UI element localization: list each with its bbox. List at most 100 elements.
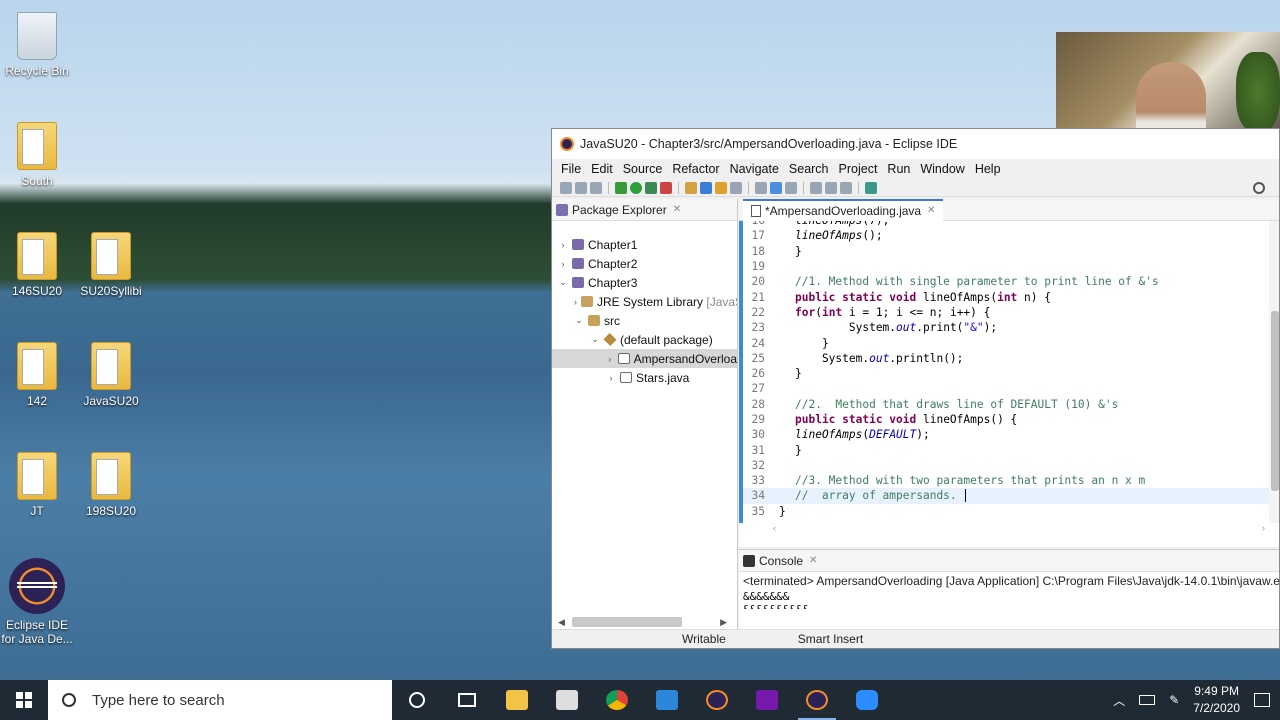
back-icon[interactable] bbox=[825, 181, 837, 194]
menu-file[interactable]: File bbox=[556, 162, 586, 176]
perspective-icon[interactable] bbox=[865, 181, 877, 194]
tree-item-default-package[interactable]: ⌄ (default package) bbox=[552, 330, 737, 349]
toolbar-separator bbox=[803, 181, 804, 194]
menu-refactor[interactable]: Refactor bbox=[667, 162, 724, 176]
toolbar bbox=[552, 179, 1279, 197]
scroll-thumb[interactable] bbox=[1271, 311, 1279, 491]
desktop-icon-142[interactable]: 142 bbox=[0, 342, 74, 408]
start-button[interactable] bbox=[0, 680, 48, 720]
tree-item-stars[interactable]: › Stars.java bbox=[552, 368, 737, 387]
close-icon[interactable]: ✕ bbox=[809, 555, 817, 566]
next-annotation-icon[interactable] bbox=[810, 181, 822, 194]
task-view-button[interactable] bbox=[442, 680, 492, 720]
tree-item-src[interactable]: ⌄ src bbox=[552, 311, 737, 330]
package-explorer-tab[interactable]: Package Explorer ✕ bbox=[552, 199, 737, 221]
console-tab[interactable]: Console ✕ bbox=[739, 550, 1279, 572]
scroll-right-icon[interactable]: ▶ bbox=[720, 617, 727, 628]
forward-icon[interactable] bbox=[840, 181, 852, 194]
toggle-mark-icon[interactable] bbox=[755, 181, 767, 194]
java-file-icon bbox=[751, 204, 761, 217]
code-area[interactable]: 16 lineOfAmps(7); 17 lineOfAmps(); 18} 1… bbox=[739, 221, 1269, 523]
scroll-thumb[interactable] bbox=[572, 617, 682, 627]
external-tools-icon[interactable] bbox=[660, 181, 672, 194]
desktop-icon-eclipse[interactable]: Eclipse IDE for Java De... bbox=[0, 558, 74, 646]
terminated-label: <terminated> AmpersandOverloading [Java … bbox=[743, 574, 1280, 588]
close-icon[interactable]: ✕ bbox=[673, 204, 681, 215]
java-file-icon bbox=[617, 353, 630, 364]
status-bar: Writable Smart Insert bbox=[552, 629, 1279, 648]
mail-button[interactable] bbox=[642, 680, 692, 720]
new-icon[interactable] bbox=[560, 181, 572, 194]
show-whitespace-icon[interactable] bbox=[785, 181, 797, 194]
debug-icon[interactable] bbox=[615, 181, 627, 194]
menu-help[interactable]: Help bbox=[970, 162, 1006, 176]
taskbar-search[interactable]: Type here to search bbox=[48, 680, 392, 720]
notifications-icon[interactable] bbox=[1254, 693, 1270, 707]
folder-icon bbox=[506, 690, 528, 710]
scroll-left-icon[interactable]: ◀ bbox=[558, 617, 565, 628]
recycle-bin-icon bbox=[17, 12, 57, 60]
desktop-icon-south[interactable]: South bbox=[0, 122, 74, 188]
toggle-block-icon[interactable] bbox=[770, 181, 782, 194]
file-explorer-button[interactable] bbox=[492, 680, 542, 720]
eclipse-active-button[interactable] bbox=[792, 680, 842, 720]
horizontal-scrollbar[interactable]: ◀ ▶ bbox=[558, 615, 727, 629]
desktop-icon-198su20[interactable]: 198SU20 bbox=[74, 452, 148, 518]
new-java-project-icon[interactable] bbox=[685, 181, 697, 194]
eclipse-taskbar-button[interactable] bbox=[692, 680, 742, 720]
cortana-button[interactable] bbox=[392, 680, 442, 720]
desktop-icon-su20syllibi[interactable]: SU20Syllibi bbox=[74, 232, 148, 298]
menu-run[interactable]: Run bbox=[882, 162, 915, 176]
open-type-icon[interactable] bbox=[715, 181, 727, 194]
tab-ampersand-overloading[interactable]: *AmpersandOverloading.java ✕ bbox=[743, 198, 944, 221]
clock[interactable]: 9:49 PM 7/2/2020 bbox=[1193, 683, 1240, 717]
menu-window[interactable]: Window bbox=[915, 162, 969, 176]
menu-edit[interactable]: Edit bbox=[586, 162, 618, 176]
scroll-right-icon[interactable]: › bbox=[1262, 523, 1265, 537]
acrobat-button[interactable] bbox=[542, 680, 592, 720]
menu-search[interactable]: Search bbox=[784, 162, 834, 176]
coverage-icon[interactable] bbox=[645, 181, 657, 194]
tree-item-chapter3[interactable]: ⌄ Chapter3 bbox=[552, 273, 737, 292]
menu-project[interactable]: Project bbox=[834, 162, 883, 176]
desktop-icon-recycle-bin[interactable]: Recycle Bin bbox=[0, 12, 74, 78]
folder-icon bbox=[17, 342, 57, 390]
plant bbox=[1236, 52, 1280, 132]
run-icon[interactable] bbox=[630, 181, 642, 194]
console-view: Console ✕ <terminated> AmpersandOverload… bbox=[739, 549, 1280, 631]
close-icon[interactable]: ✕ bbox=[927, 205, 935, 216]
search-icon[interactable] bbox=[1253, 181, 1265, 194]
task-view-icon bbox=[458, 693, 476, 707]
eclipse-icon bbox=[9, 558, 65, 614]
chrome-icon bbox=[606, 690, 628, 710]
editor-horizontal-scrollbar[interactable]: ‹ › bbox=[769, 523, 1269, 537]
tree-item-jre-library[interactable]: ›JRE System Library [JavaS bbox=[552, 292, 737, 311]
new-package-icon[interactable] bbox=[700, 181, 712, 194]
save-all-icon[interactable] bbox=[590, 181, 602, 194]
zoom-button[interactable] bbox=[842, 680, 892, 720]
desktop-icon-jt[interactable]: JT bbox=[0, 452, 74, 518]
chrome-button[interactable] bbox=[592, 680, 642, 720]
menu-navigate[interactable]: Navigate bbox=[725, 162, 784, 176]
save-icon[interactable] bbox=[575, 181, 587, 194]
tree-item-ampersand-overloading[interactable]: › AmpersandOverloa bbox=[552, 349, 737, 368]
title-bar[interactable]: JavaSU20 - Chapter3/src/AmpersandOverloa… bbox=[552, 129, 1279, 159]
vertical-scrollbar[interactable] bbox=[1269, 221, 1279, 523]
onenote-button[interactable] bbox=[742, 680, 792, 720]
taskbar: Type here to search ︿ ✎ 9:49 PM 7/2/2020 bbox=[0, 680, 1280, 720]
insert-mode-status: Smart Insert bbox=[797, 632, 864, 646]
toolbar-separator bbox=[608, 181, 609, 194]
show-hidden-icon[interactable]: ︿ bbox=[1113, 692, 1125, 709]
package-explorer-icon bbox=[556, 203, 568, 216]
console-output-line: &&&&&&&&&& bbox=[739, 603, 1279, 609]
desktop-icon-javasu20[interactable]: JavaSU20 bbox=[74, 342, 148, 408]
tree-item-chapter2[interactable]: › Chapter2 bbox=[552, 254, 737, 273]
pen-icon[interactable]: ✎ bbox=[1169, 693, 1179, 707]
tree-item-chapter1[interactable]: › Chapter1 bbox=[552, 235, 737, 254]
battery-icon[interactable] bbox=[1139, 695, 1156, 705]
search-tool-icon[interactable] bbox=[730, 181, 742, 194]
menu-source[interactable]: Source bbox=[618, 162, 668, 176]
scroll-left-icon[interactable]: ‹ bbox=[773, 523, 776, 537]
desktop-icon-146su20[interactable]: 146SU20 bbox=[0, 232, 74, 298]
document-icon bbox=[556, 690, 578, 710]
